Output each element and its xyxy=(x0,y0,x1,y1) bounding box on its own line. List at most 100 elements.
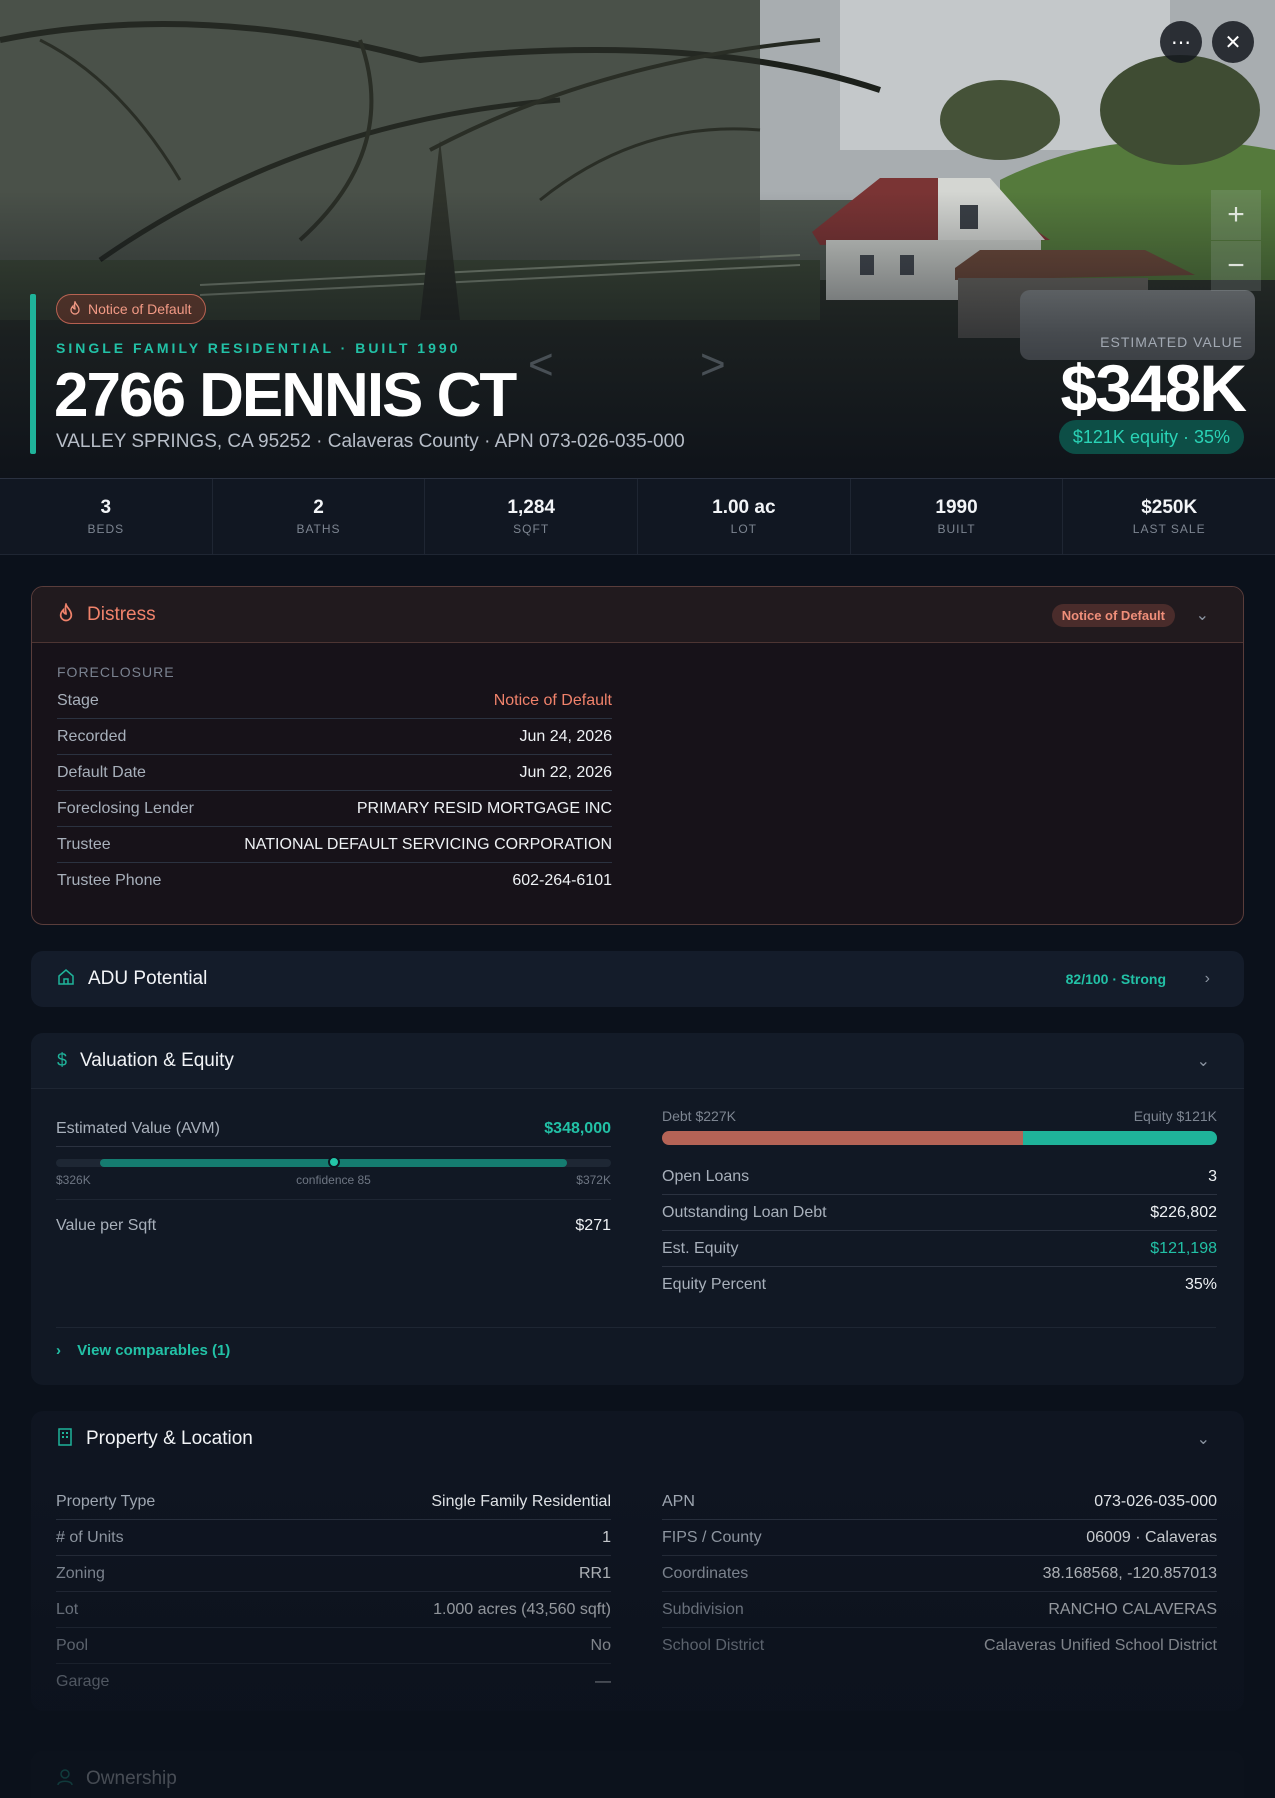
adu-card[interactable]: ADU Potential 82/100 · Strong › xyxy=(31,951,1244,1007)
distress-badge: Notice of Default xyxy=(1051,604,1175,627)
property-row-garage: Garage — xyxy=(56,1664,611,1700)
minus-icon: − xyxy=(1227,249,1245,282)
avm-range-marker xyxy=(327,1156,340,1168)
detail-value: RANCHO CALAVERAS xyxy=(1048,1600,1217,1618)
avm-range-bar xyxy=(56,1156,611,1168)
detail-key: School District xyxy=(662,1637,765,1654)
property-details-left: Property Type Single Family Residential … xyxy=(56,1484,611,1700)
property-row-units: # of Units 1 xyxy=(56,1520,611,1556)
property-subtitle: SINGLE FAMILY RESIDENTIAL · BUILT 1990 xyxy=(56,340,461,356)
distress-header[interactable]: Distress Notice of Default ⌄ xyxy=(32,587,1243,643)
more-options-button[interactable]: ⋯ xyxy=(1160,21,1202,63)
avm-row: Estimated Value (AVM) $348,000 xyxy=(56,1111,611,1147)
chevron-down-icon[interactable]: ⌄ xyxy=(1197,1429,1210,1449)
user-icon xyxy=(57,1768,73,1791)
property-row-fips: FIPS / County 06009 · Calaveras xyxy=(662,1520,1217,1556)
adu-title: ADU Potential xyxy=(88,968,208,989)
detail-key: Zoning xyxy=(56,1564,105,1582)
detail-value: No xyxy=(590,1636,611,1654)
debt-equity-bar xyxy=(662,1131,1217,1145)
detail-value: — xyxy=(595,1673,611,1690)
detail-row-trustee: Trustee NATIONAL DEFAULT SERVICING CORPO… xyxy=(57,827,612,863)
value-per-sqft: $271 xyxy=(575,1217,611,1234)
property-row-zoning: Zoning RR1 xyxy=(56,1556,611,1592)
detail-key: FIPS / County xyxy=(662,1528,762,1546)
detail-value: 1.000 acres (43,560 sqft) xyxy=(433,1600,611,1618)
detail-key: Foreclosing Lender xyxy=(57,799,194,817)
avm-value: $348,000 xyxy=(544,1119,611,1137)
detail-value: Notice of Default xyxy=(493,691,612,709)
stat-last-sale: $250K LAST SALE xyxy=(1063,479,1275,554)
detail-value: NATIONAL DEFAULT SERVICING CORPORATION xyxy=(244,835,612,853)
detail-value: 1 xyxy=(602,1528,611,1546)
property-row-coordinates: Coordinates 38.168568, -120.857013 xyxy=(662,1556,1217,1592)
dollar-icon: $ xyxy=(57,1050,68,1070)
detail-row-trustee-phone: Trustee Phone 602-264-6101 xyxy=(57,863,612,899)
stat-value: 1,284 xyxy=(507,497,555,518)
property-address: VALLEY SPRINGS, CA 95252 · Calaveras Cou… xyxy=(56,431,685,452)
close-button[interactable]: ✕ xyxy=(1212,21,1254,63)
detail-key: Trustee xyxy=(57,835,111,853)
hero-next-arrow[interactable]: > xyxy=(700,340,726,390)
detail-row-stage: Stage Notice of Default xyxy=(57,683,612,719)
property-header[interactable]: Property & Location ⌄ xyxy=(31,1411,1244,1467)
stat-built: 1990 BUILT xyxy=(851,479,1064,554)
detail-key: # of Units xyxy=(56,1528,124,1546)
detail-key: Property Type xyxy=(56,1492,156,1510)
zoom-out-button[interactable]: − xyxy=(1211,241,1261,291)
property-row-type: Property Type Single Family Residential xyxy=(56,1484,611,1520)
chevron-down-icon[interactable]: ⌄ xyxy=(1196,605,1209,625)
equity-row-est-equity: Est. Equity $121,198 xyxy=(662,1231,1217,1267)
detail-key: Equity Percent xyxy=(662,1276,767,1293)
more-icon: ⋯ xyxy=(1171,31,1191,54)
detail-key: Outstanding Loan Debt xyxy=(662,1203,827,1221)
range-high: $372K xyxy=(576,1173,611,1187)
stat-label: BATHS xyxy=(296,522,341,536)
property-row-subdivision: Subdivision RANCHO CALAVERAS xyxy=(662,1592,1217,1628)
view-comparables-link[interactable]: › View comparables (1) xyxy=(56,1327,1216,1359)
valuation-title: Valuation & Equity xyxy=(80,1049,234,1071)
ownership-header[interactable]: Ownership xyxy=(31,1751,1244,1798)
equity-segment xyxy=(1022,1131,1217,1145)
hero-prev-arrow[interactable]: < xyxy=(528,340,554,390)
estimated-value: $348K xyxy=(1060,351,1247,425)
range-low: $326K xyxy=(56,1173,91,1187)
equity-badge: $121K equity · 35% xyxy=(1058,420,1244,454)
stat-label: BEDS xyxy=(87,522,125,536)
valuation-header[interactable]: $ Valuation & Equity ⌄ xyxy=(31,1033,1244,1089)
stat-sqft: 1,284 SQFT xyxy=(425,479,639,554)
detail-value: 38.168568, -120.857013 xyxy=(1042,1564,1217,1582)
property-row-school: School District Calaveras Unified School… xyxy=(662,1628,1217,1664)
detail-value: 602-264-6101 xyxy=(512,872,612,889)
confidence-label: confidence 85 xyxy=(296,1173,371,1187)
detail-value: Jun 24, 2026 xyxy=(519,727,612,745)
zoom-in-button[interactable]: + xyxy=(1211,190,1261,240)
detail-key: Lot xyxy=(56,1600,79,1618)
value-per-sqft-row: Value per Sqft $271 xyxy=(56,1208,611,1244)
page-title: 2766 DENNIS CT xyxy=(54,361,517,430)
property-row-apn: APN 073-026-035-000 xyxy=(662,1484,1217,1520)
plus-icon: + xyxy=(1227,198,1245,231)
chevron-right-icon[interactable]: › xyxy=(1205,970,1210,988)
property-details-right: APN 073-026-035-000 FIPS / County 06009 … xyxy=(662,1484,1217,1664)
detail-value: RR1 xyxy=(578,1564,611,1582)
detail-value: 3 xyxy=(1208,1167,1217,1185)
detail-value: 35% xyxy=(1184,1276,1217,1293)
chevron-down-icon[interactable]: ⌄ xyxy=(1197,1051,1210,1071)
stat-value: $250K xyxy=(1141,497,1198,518)
debt-segment xyxy=(662,1131,1023,1145)
avm-label: Estimated Value (AVM) xyxy=(56,1119,220,1137)
stat-baths: 2 BATHS xyxy=(213,479,426,554)
detail-key: Est. Equity xyxy=(662,1239,739,1257)
property-row-lot: Lot 1.000 acres (43,560 sqft) xyxy=(56,1592,611,1628)
avm-section: Estimated Value (AVM) $348,000 $326K con… xyxy=(56,1111,611,1244)
detail-key: Default Date xyxy=(57,763,146,781)
detail-row-recorded: Recorded Jun 24, 2026 xyxy=(57,719,612,755)
status-badge-label: Notice of Default xyxy=(88,301,192,317)
ownership-card[interactable]: Ownership xyxy=(31,1751,1244,1798)
foreclosure-details: Stage Notice of Default Recorded Jun 24,… xyxy=(57,683,612,899)
stat-value: 1990 xyxy=(935,497,978,518)
adu-header[interactable]: ADU Potential 82/100 · Strong › xyxy=(31,951,1244,1007)
distress-title: Distress xyxy=(87,603,156,625)
accent-bar xyxy=(30,294,36,454)
